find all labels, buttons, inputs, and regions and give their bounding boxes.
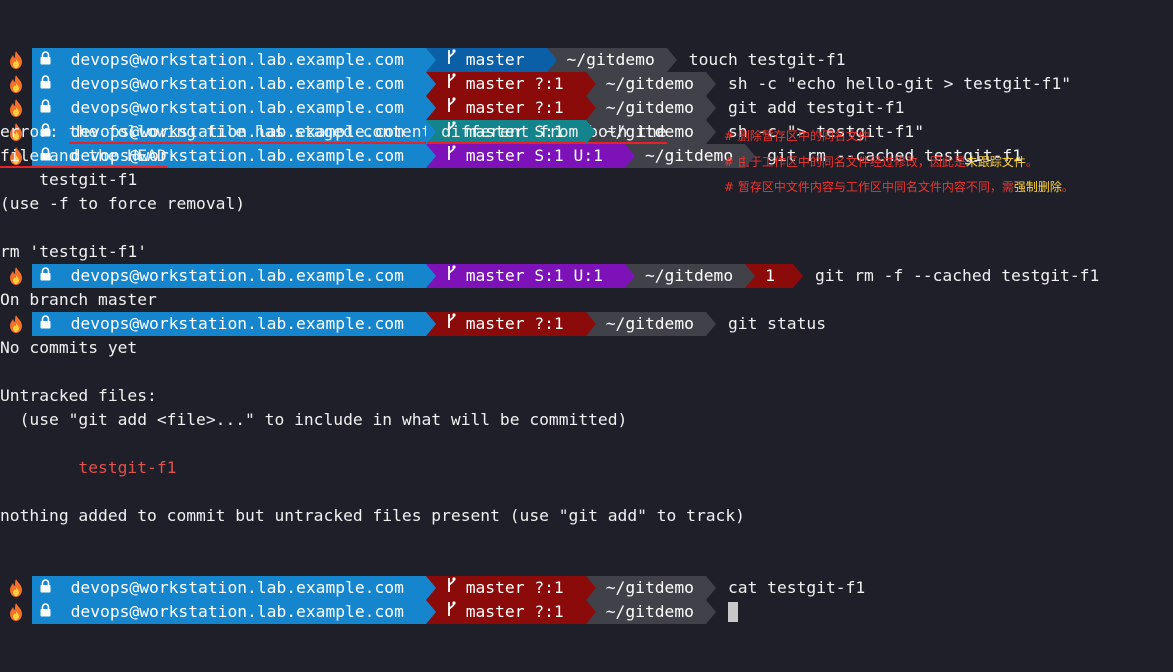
terminal-window[interactable]: devops@workstation.lab.example.com maste… (0, 0, 1173, 624)
error-output-line: error: the following file has staged con… (0, 120, 667, 144)
error-message-underlined: the following file has staged content di… (68, 122, 667, 144)
prompt-line: devops@workstation.lab.example.com maste… (0, 24, 1071, 96)
prompt-line: devops@workstation.lab.example.com maste… (0, 48, 904, 120)
output-line: On branch master (0, 290, 157, 309)
annotation-comment: # 由于工作区中的同名文件经过修改，因此是未跟踪文件。 (724, 155, 1038, 169)
lock-icon (40, 312, 51, 336)
git-branch-icon (446, 144, 456, 168)
prompt-line: devops@workstation.lab.example.com maste… (0, 72, 924, 144)
fire-icon (0, 600, 32, 624)
output-line: No commits yet (0, 338, 138, 357)
prompt-line: devops@workstation.lab.example.com maste… (0, 0, 846, 72)
output-line: (use "git add <file>..." to include in w… (0, 410, 628, 429)
lock-icon (40, 576, 51, 600)
lock-icon (40, 600, 51, 624)
output-line: Untracked files: (0, 386, 157, 405)
git-status: master S:1 U:1 (465, 146, 603, 165)
prompt-line: devops@workstation.lab.example.com maste… (0, 216, 1099, 288)
prompt-path: ~/gitdemo (585, 576, 717, 600)
prompt-user: devops@workstation.lab.example.com (70, 578, 404, 597)
error-message-underlined: file and the HEAD (0, 146, 167, 168)
untracked-file: testgit-f1 (0, 458, 177, 477)
prompt-user: devops@workstation.lab.example.com (70, 314, 404, 333)
error-output-line: file and the HEAD: (0, 144, 176, 168)
prompt-path: ~/gitdemo (585, 600, 717, 624)
command-text: git rm -f --cached testgit-f1 (814, 266, 1100, 285)
git-status: master ?:1 (465, 578, 564, 597)
git-status: master ?:1 (465, 314, 564, 333)
command-text: cat testgit-f1 (727, 578, 866, 597)
fire-icon (0, 576, 32, 600)
prompt-path: ~/gitdemo (585, 312, 717, 336)
git-branch-icon (446, 312, 456, 336)
output-line: testgit-f1 (0, 170, 138, 189)
terminal-cursor[interactable] (727, 602, 738, 622)
prompt-line: devops@workstation.lab.example.com maste… (0, 96, 1022, 168)
annotation-comment: # 删除暂存区中的同名文件 (724, 129, 870, 143)
output-line: nothing added to commit but untracked fi… (0, 506, 745, 525)
prompt-line: devops@workstation.lab.example.com maste… (0, 264, 826, 336)
git-branch-icon (446, 576, 456, 600)
git-status: master ?:1 (465, 602, 564, 621)
output-line: rm 'testgit-f1' (0, 242, 148, 261)
output-line: (use -f to force removal) (0, 194, 246, 213)
prompt-user: devops@workstation.lab.example.com (70, 602, 404, 621)
prompt-line: devops@workstation.lab.example.com maste… (0, 528, 865, 600)
annotation-comment: # 暂存区中文件内容与工作区中同名文件内容不同，需强制删除。 (724, 180, 1074, 194)
fire-icon (0, 312, 32, 336)
git-branch-icon (446, 600, 456, 624)
command-text: git status (727, 314, 826, 333)
prompt-line[interactable]: devops@workstation.lab.example.com maste… (0, 552, 738, 624)
